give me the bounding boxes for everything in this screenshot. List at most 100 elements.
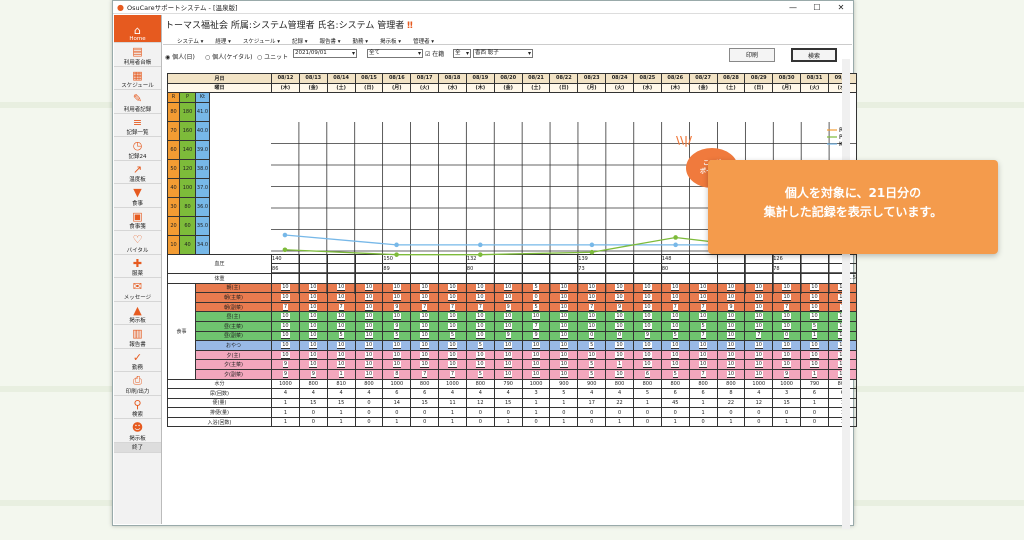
meal-cell[interactable]: 10	[800, 359, 829, 370]
grid-cell[interactable]: 1	[326, 407, 356, 418]
grid-cell[interactable]: 800	[298, 378, 328, 390]
grid-cell[interactable]: 4	[577, 388, 607, 399]
meal-cell[interactable]: 7	[688, 301, 718, 313]
grid-cell[interactable]: 12	[744, 397, 774, 409]
grid-cell[interactable]: 3	[521, 388, 551, 399]
grid-cell[interactable]: 15	[772, 397, 802, 409]
meal-cell[interactable]: 7	[688, 330, 718, 342]
search-button[interactable]: 検索	[791, 48, 837, 62]
sidebar-item-18[interactable]: 終了	[114, 442, 161, 453]
sidebar-item-8[interactable]: ▣ 食事箋	[114, 208, 161, 231]
meal-cell[interactable]: 10	[298, 311, 328, 322]
grid-cell[interactable]: 800	[465, 378, 495, 390]
meal-cell[interactable]: 9	[521, 330, 551, 342]
grid-cell[interactable]: 0	[465, 407, 495, 418]
meal-cell[interactable]: 10	[354, 320, 384, 332]
meal-cell[interactable]: 10	[660, 311, 690, 322]
vertical-scrollbar[interactable]	[842, 59, 850, 529]
grid-cell[interactable]: 800	[688, 378, 718, 390]
grid-cell[interactable]: 1	[271, 416, 300, 428]
meal-cell[interactable]: 10	[800, 301, 829, 313]
sidebar-item-6[interactable]: ↗ 温度板	[114, 161, 161, 184]
meal-cell[interactable]: 10	[549, 301, 579, 313]
meal-cell[interactable]: 10	[298, 340, 328, 351]
sidebar-item-5[interactable]: ◷ 記録24	[114, 137, 161, 161]
meal-cell[interactable]: 10	[772, 340, 802, 351]
meal-cell[interactable]: 10	[326, 340, 356, 351]
meal-cell[interactable]: 0	[577, 330, 607, 342]
grid-cell[interactable]: 22	[605, 397, 634, 409]
grid-cell[interactable]: 810	[326, 378, 356, 390]
meal-cell[interactable]: 10	[549, 320, 579, 332]
meal-cell[interactable]: 10	[493, 340, 523, 351]
meal-cell[interactable]: 7	[438, 301, 467, 313]
meal-cell[interactable]: 10	[660, 359, 690, 370]
grid-cell[interactable]: 0	[772, 407, 802, 418]
meal-cell[interactable]: 10	[660, 320, 690, 332]
grid-cell[interactable]: 800	[660, 378, 690, 390]
meal-cell[interactable]: 10	[549, 349, 579, 361]
meal-cell[interactable]: 10	[354, 301, 384, 313]
menu-item-2[interactable]: スケジュール ▾	[243, 37, 280, 45]
meal-cell[interactable]: 5	[438, 330, 467, 342]
grid-cell[interactable]: 1	[521, 397, 551, 409]
meal-cell[interactable]: 1	[605, 359, 634, 370]
meal-cell[interactable]: 10	[605, 349, 634, 361]
menu-item-6[interactable]: 掲示板 ▾	[380, 37, 401, 45]
meal-cell[interactable]: 10	[772, 311, 802, 322]
sidebar-item-14[interactable]: ✓ 勤務	[114, 349, 161, 372]
meal-cell[interactable]: 1	[800, 330, 829, 342]
meal-cell[interactable]: 10	[326, 311, 356, 322]
meal-cell[interactable]: 10	[632, 311, 662, 322]
meal-cell[interactable]: 10	[493, 311, 523, 322]
meal-cell[interactable]: 8	[382, 368, 412, 380]
enrolled-select[interactable]: 全	[453, 49, 471, 58]
grid-cell[interactable]: 0	[298, 416, 328, 428]
grid-cell[interactable]: 4	[354, 388, 384, 399]
sidebar-item-17[interactable]: ☻ 掲示板	[114, 419, 161, 443]
grid-cell[interactable]: 14	[382, 397, 412, 409]
meal-cell[interactable]: 5	[577, 368, 607, 380]
grid-cell[interactable]: 0	[382, 407, 412, 418]
grid-cell[interactable]: 0	[298, 407, 328, 418]
meal-cell[interactable]: 10	[605, 320, 634, 332]
radio-individual-day[interactable]: ◉ 個人(日)	[165, 52, 195, 61]
meal-cell[interactable]: 10	[438, 359, 467, 370]
meal-cell[interactable]: 10	[271, 349, 300, 361]
grid-cell[interactable]: 1000	[382, 378, 412, 390]
grid-cell[interactable]: 4	[493, 388, 523, 399]
meal-cell[interactable]: 10	[716, 359, 746, 370]
meal-cell[interactable]: 10	[410, 359, 440, 370]
meal-cell[interactable]: 10	[410, 349, 440, 361]
grid-cell[interactable]: 15	[410, 397, 440, 409]
meal-cell[interactable]: 10	[688, 359, 718, 370]
sidebar-item-12[interactable]: ▲ 掲示板	[114, 302, 161, 325]
grid-cell[interactable]: 1	[382, 416, 412, 428]
grid-cell[interactable]: 0	[716, 407, 746, 418]
grid-cell[interactable]: 1	[271, 397, 300, 409]
grid-cell[interactable]: 1	[660, 416, 690, 428]
grid-cell[interactable]: 5	[632, 388, 662, 399]
grid-cell[interactable]: 6	[688, 388, 718, 399]
meal-cell[interactable]: 10	[438, 320, 467, 332]
meal-cell[interactable]: 5	[465, 368, 495, 380]
meal-cell[interactable]: 0	[772, 330, 802, 342]
grid-cell[interactable]: 1	[632, 397, 662, 409]
meal-cell[interactable]: 9	[298, 368, 328, 380]
sidebar-item-13[interactable]: ▥ 報告書	[114, 325, 161, 349]
meal-cell[interactable]: 10	[772, 292, 802, 303]
meal-cell[interactable]: 10	[298, 292, 328, 303]
grid-cell[interactable]: 800	[354, 378, 384, 390]
meal-cell[interactable]: 10	[632, 349, 662, 361]
grid-cell[interactable]: 790	[800, 378, 829, 390]
meal-cell[interactable]: 9	[716, 301, 746, 313]
grid-cell[interactable]: 0	[660, 407, 690, 418]
meal-cell[interactable]: 10	[744, 368, 774, 380]
grid-cell[interactable]: 6	[382, 388, 412, 399]
meal-cell[interactable]: 10	[772, 359, 802, 370]
grid-cell[interactable]: 1000	[271, 378, 300, 390]
grid-cell[interactable]: 15	[493, 397, 523, 409]
meal-cell[interactable]: 10	[271, 330, 300, 342]
meal-cell[interactable]: 10	[438, 292, 467, 303]
meal-cell[interactable]: 1	[326, 368, 356, 380]
